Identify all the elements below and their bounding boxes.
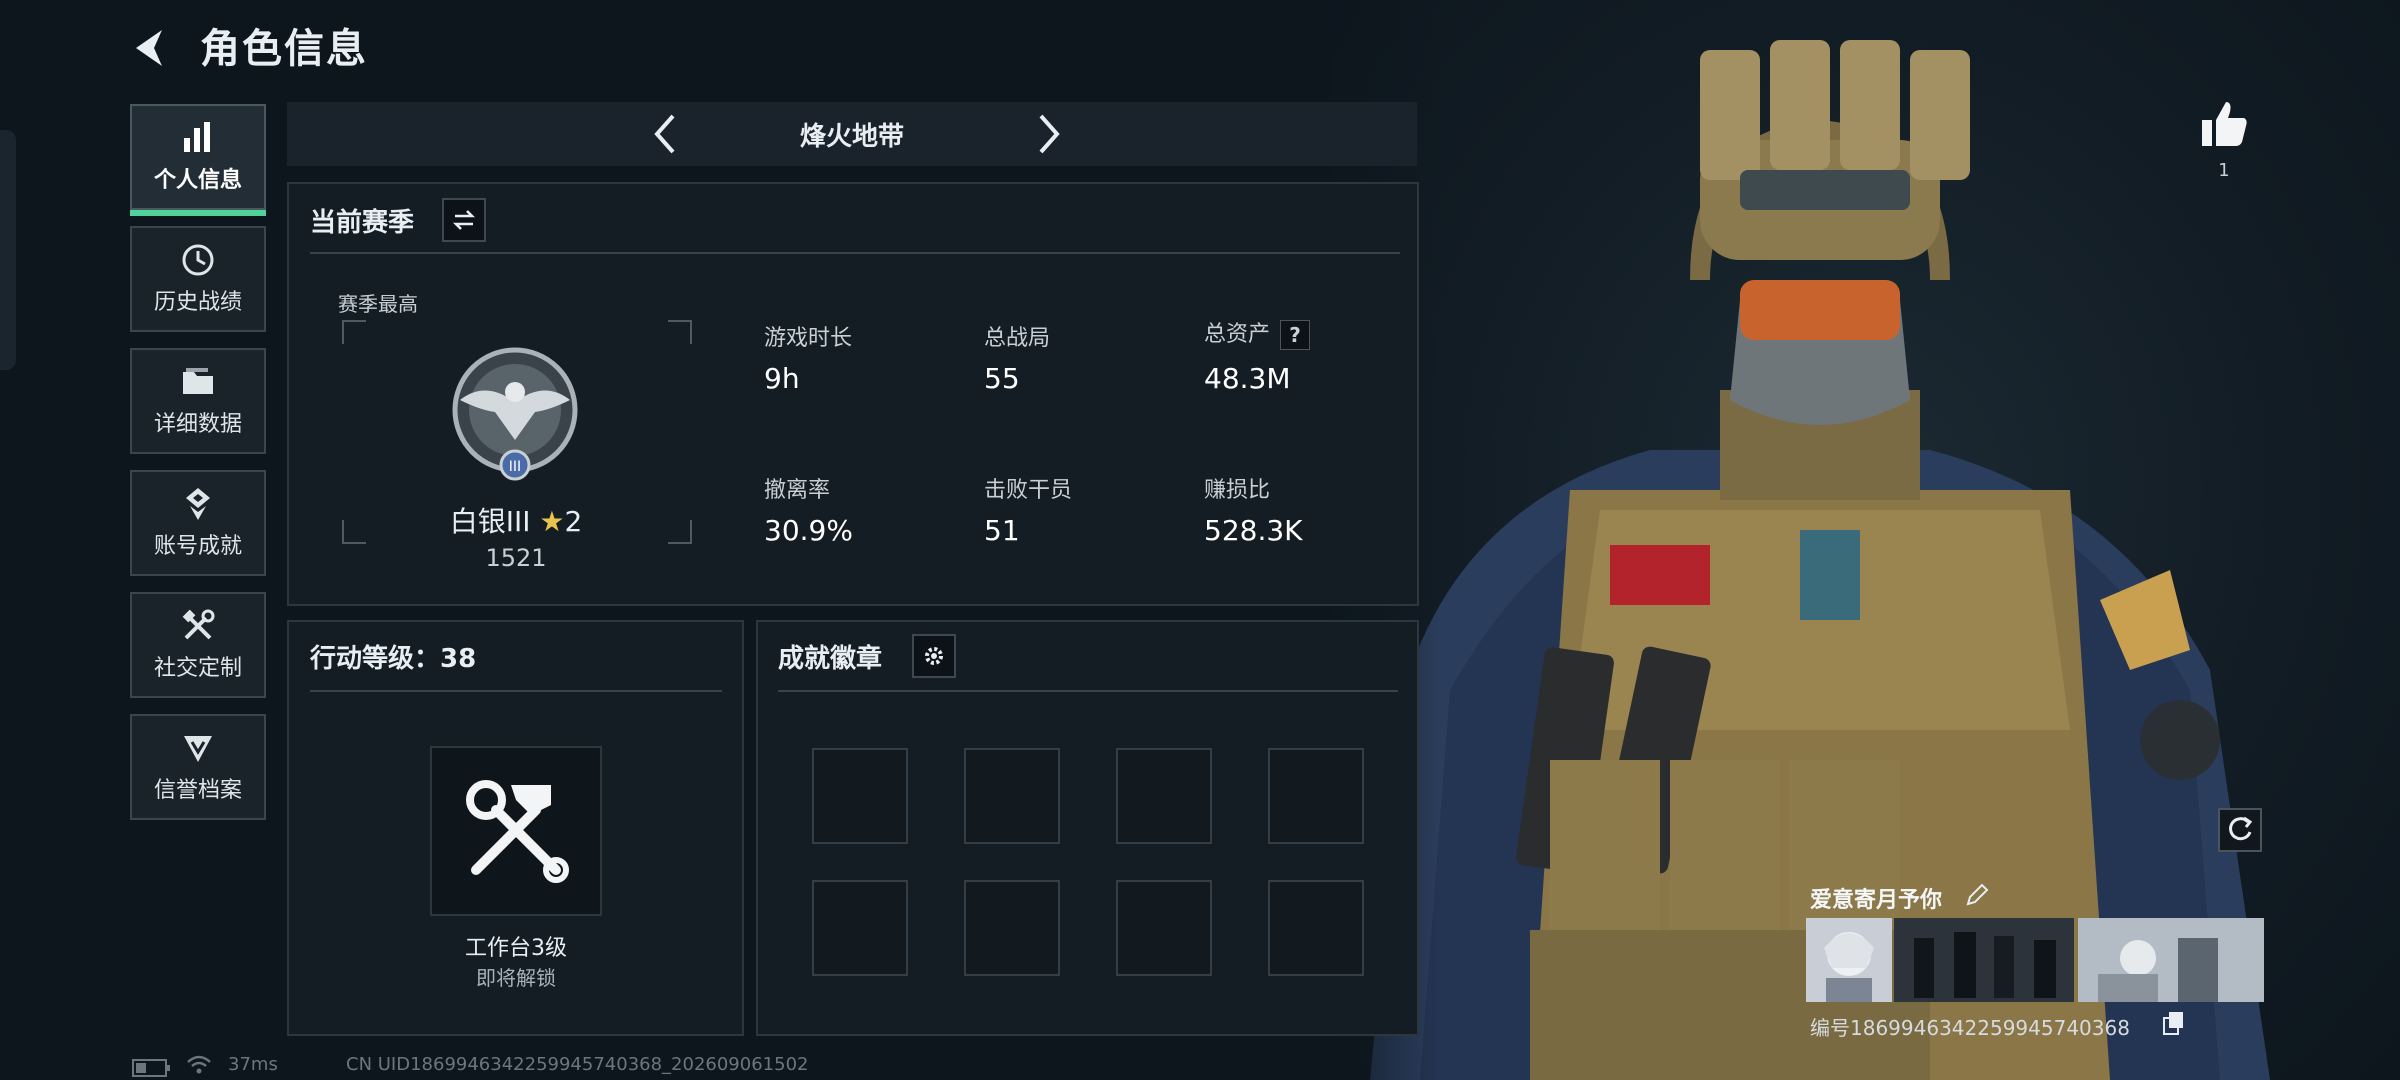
- sidebar-item-label: 个人信息: [153, 168, 242, 193]
- card-image-scene[interactable]: [2078, 918, 2264, 1002]
- frame-corner: [668, 320, 692, 344]
- back-arrow-icon[interactable]: [128, 24, 176, 72]
- like-count: 1: [2218, 160, 2230, 181]
- stat-label-matches: 总战局: [984, 326, 1051, 351]
- rank-stars: 2: [564, 505, 583, 538]
- chevron-right-icon[interactable]: [1023, 110, 1071, 158]
- help-button[interactable]: ?: [1280, 320, 1311, 350]
- sidebar-item-credit[interactable]: 信誉档案: [130, 714, 266, 820]
- sidebar-item-social[interactable]: 社交定制: [130, 592, 266, 698]
- wifi-icon: [187, 1055, 211, 1074]
- action-level-divider: [310, 690, 722, 692]
- achievement-slot[interactable]: [1268, 748, 1364, 844]
- sidebar-item-label: 详细数据: [153, 412, 242, 437]
- rotate-icon: [2229, 816, 2253, 841]
- action-level-title: 行动等级：38: [310, 644, 477, 674]
- folder-icon: [183, 368, 213, 394]
- achievement-slot[interactable]: [1116, 880, 1212, 976]
- rank-badge-icon: III: [452, 347, 578, 481]
- mode-selector: 烽火地带: [287, 102, 1417, 166]
- achievements-divider: [778, 690, 1398, 692]
- achievement-slot[interactable]: [1116, 748, 1212, 844]
- unlock-item-card[interactable]: [430, 746, 602, 916]
- unlock-item-status: 即将解锁: [476, 966, 556, 990]
- card-image-squad[interactable]: [1894, 918, 2074, 1002]
- stat-label-profit-ratio: 赚损比: [1204, 478, 1271, 503]
- achievement-slot[interactable]: [1268, 880, 1364, 976]
- sidebar-item-label: 社交定制: [153, 656, 242, 681]
- achievement-slot[interactable]: [964, 880, 1060, 976]
- sidebar-item-label: 信誉档案: [153, 778, 242, 803]
- sidebar-item-label: 账号成就: [153, 534, 242, 559]
- medal-icon: [186, 488, 210, 520]
- badge-numeral: III: [509, 459, 521, 475]
- card-id: 编号1869946342259945740368: [1810, 1016, 2130, 1040]
- sidebar-item-history[interactable]: 历史战绩: [130, 226, 266, 332]
- rank-name: 白银III ★2: [342, 500, 690, 540]
- star-icon: ★: [539, 505, 565, 538]
- edit-pencil-icon[interactable]: [1964, 882, 1990, 908]
- achievement-slot[interactable]: [964, 748, 1060, 844]
- rotate-button[interactable]: [2218, 808, 2262, 852]
- sidebar-item-detail-data[interactable]: 详细数据: [130, 348, 266, 454]
- sidebar-item-label: 历史战绩: [153, 290, 242, 315]
- card-image-portrait[interactable]: [1806, 918, 1892, 1002]
- achievement-slot[interactable]: [812, 880, 908, 976]
- achievements-title: 成就徽章: [778, 644, 883, 674]
- hammer-wrench-icon: [466, 780, 569, 883]
- page-title: 角色信息: [200, 26, 368, 72]
- tools-icon: [182, 609, 215, 640]
- rank-score: 1521: [485, 544, 547, 572]
- stat-value-kills: 51: [984, 514, 1020, 547]
- achievement-slot[interactable]: [812, 748, 908, 844]
- card-name: 爱意寄月予你: [1810, 888, 1943, 913]
- swap-arrows-icon: [452, 210, 476, 230]
- sidebar-item-personal-info[interactable]: 个人信息: [130, 104, 266, 216]
- stat-value-playtime: 9h: [764, 362, 800, 395]
- switch-season-button[interactable]: [442, 198, 486, 242]
- rank-text: 白银III: [449, 505, 531, 538]
- bar-chart-icon: [184, 122, 210, 152]
- mode-name: 烽火地带: [799, 122, 904, 152]
- stat-label-kills: 击败干员: [984, 478, 1073, 503]
- stat-value-profit-ratio: 528.3K: [1204, 514, 1303, 547]
- stat-value-extraction-rate: 30.9%: [764, 514, 853, 547]
- copy-icon[interactable]: [2160, 1010, 2186, 1036]
- ping-text: 37ms: [228, 1054, 278, 1075]
- achievements-settings-button[interactable]: [912, 634, 956, 678]
- gear-icon: [925, 647, 943, 665]
- thumbs-up-icon[interactable]: [2196, 96, 2252, 152]
- season-divider: [310, 252, 1400, 254]
- sidebar-item-achievements[interactable]: 账号成就: [130, 470, 266, 576]
- stat-label-playtime: 游戏时长: [764, 326, 853, 351]
- stat-value-matches: 55: [984, 362, 1020, 395]
- season-title: 当前赛季: [310, 208, 415, 238]
- stat-value-assets: 48.3M: [1204, 362, 1291, 395]
- season-best-label: 赛季最高: [338, 292, 418, 316]
- frame-corner: [342, 320, 366, 344]
- uid-text: CN UID1869946342259945740368_20260906150…: [346, 1054, 809, 1075]
- shield-icon: [184, 736, 212, 762]
- left-edge-tab: [0, 130, 16, 370]
- stat-label-assets: 总资产?: [1204, 316, 1311, 350]
- battery-icon: [132, 1059, 170, 1077]
- active-indicator: [130, 210, 266, 216]
- unlock-item-name: 工作台3级: [465, 936, 567, 961]
- clock-history-icon: [182, 244, 214, 276]
- stat-label-extraction-rate: 撤离率: [764, 478, 831, 503]
